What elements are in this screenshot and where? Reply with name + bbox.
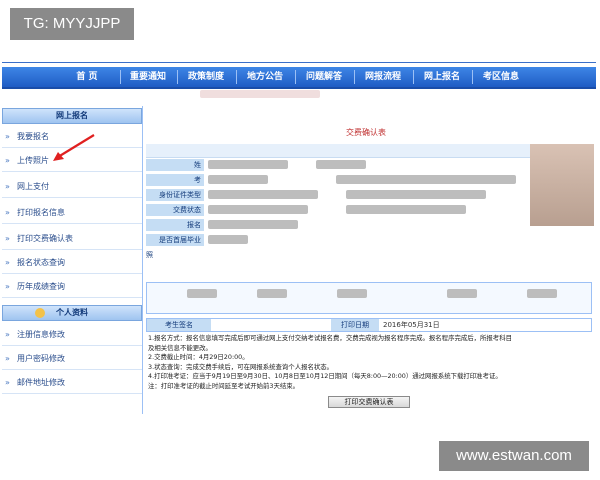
field-label-id-type: 身份证件类型 — [146, 189, 204, 201]
sidebar-item-print-registration[interactable]: » 打印报名信息 — [2, 202, 142, 224]
note-line: 1.报名方式：报名信息填写完成后即可通过网上支付交纳考试报名费，交费完成视为报名… — [148, 334, 512, 342]
arrow-icon: » — [5, 330, 10, 339]
watermark-bottom: www.estwan.com — [439, 441, 589, 471]
note-line: 注：打印准考证的截止时间延至考试开始前3天结束。 — [148, 381, 300, 390]
redacted-value — [208, 175, 268, 184]
redacted-value — [346, 190, 486, 199]
arrow-icon: » — [5, 132, 10, 141]
field-label-first-graduate: 是否首届毕业 — [146, 234, 204, 246]
sidebar-item-change-email[interactable]: » 邮件地址修改 — [2, 372, 142, 394]
arrow-icon: » — [5, 354, 10, 363]
note-line: 及相关信息不能更改。 — [148, 343, 212, 352]
red-arrow-annotation — [53, 134, 95, 161]
form-table: 姓 考 身份证件类型 交费状态 报名 是否首届毕业 照 — [146, 144, 530, 262]
note-line: 2.交费截止时间：4月29日20:00。 — [148, 353, 249, 361]
field-label-payment-status: 交费状态 — [146, 204, 204, 216]
note-line: 4.打印准考证：应当于9月19日至9月30日、10月8日至10月12日期间（每天… — [148, 372, 502, 380]
sidebar-item-status-query[interactable]: » 报名状态查询 — [2, 252, 142, 274]
arrow-icon: » — [5, 208, 10, 217]
redacted-value — [208, 220, 298, 229]
redacted-value — [257, 289, 287, 298]
field-label-name: 姓 — [146, 159, 204, 171]
sidebar-item-online-payment[interactable]: » 网上支付 — [2, 176, 142, 198]
candidate-photo — [530, 144, 594, 226]
print-payment-button[interactable]: 打印交费确认表 — [328, 396, 410, 408]
arrow-icon: » — [5, 156, 10, 165]
signature-label: 考生签名 — [147, 319, 211, 331]
blurred-header-strip — [200, 90, 320, 98]
redacted-value — [316, 160, 366, 169]
arrow-icon: » — [5, 258, 10, 267]
field-label-photo: 照 — [146, 251, 153, 259]
nav-home[interactable]: 首 页 — [52, 67, 122, 87]
nav-local-announcements[interactable]: 地方公告 — [236, 67, 294, 87]
nav-exam-area[interactable]: 考区信息 — [472, 67, 530, 87]
print-date-label: 打印日期 — [331, 319, 379, 331]
arrow-icon: » — [5, 234, 10, 243]
redacted-value — [208, 235, 248, 244]
redacted-value — [337, 289, 367, 298]
nav-process[interactable]: 网报流程 — [354, 67, 412, 87]
redacted-value — [346, 205, 466, 214]
nav-faq[interactable]: 问题解答 — [295, 67, 353, 87]
sidebar-header-profile: 个人资料 — [2, 305, 142, 321]
redacted-value — [187, 289, 217, 298]
watermark-top: TG: MYYJJPP — [10, 8, 134, 40]
redacted-value — [336, 175, 516, 184]
arrow-icon: » — [5, 282, 10, 291]
top-nav: 首 页 重要通知 政策制度 地方公告 问题解答 网报流程 网上报名 考区信息 — [2, 67, 596, 89]
arrow-icon: » — [5, 182, 10, 191]
field-label-exam: 考 — [146, 174, 204, 186]
note-line: 3.状态查询：完成交费手续后，可在网报系统查询个人报名状态。 — [148, 362, 334, 371]
table-row — [146, 144, 530, 158]
notes-block: 1.报名方式：报名信息填写完成后即可通过网上支付交纳考试报名费，交费完成视为报名… — [146, 334, 592, 394]
nav-policy[interactable]: 政策制度 — [177, 67, 235, 87]
redacted-value — [527, 289, 557, 298]
print-date-value: 2016年05月31日 — [383, 321, 440, 329]
nav-notices[interactable]: 重要通知 — [120, 67, 176, 87]
field-label-registration: 报名 — [146, 219, 204, 231]
redacted-value — [447, 289, 477, 298]
sidebar-item-print-payment[interactable]: » 打印交费确认表 — [2, 228, 142, 250]
redacted-value — [208, 190, 318, 199]
page-title: 交费确认表 — [346, 128, 386, 137]
sidebar-divider — [142, 106, 143, 414]
sidebar-item-change-password[interactable]: » 用户密码修改 — [2, 348, 142, 370]
signature-row: 考生签名 打印日期 2016年05月31日 — [146, 318, 592, 332]
arrow-icon: » — [5, 378, 10, 387]
sidebar-item-score-query[interactable]: » 历年成绩查询 — [2, 276, 142, 298]
subjects-box — [146, 282, 592, 314]
user-icon — [35, 308, 45, 318]
redacted-value — [208, 205, 308, 214]
nav-register[interactable]: 网上报名 — [413, 67, 471, 87]
sidebar-item-edit-info[interactable]: » 注册信息修改 — [2, 324, 142, 346]
redacted-value — [208, 160, 288, 169]
sidebar-header-registration: 网上报名 — [2, 108, 142, 124]
